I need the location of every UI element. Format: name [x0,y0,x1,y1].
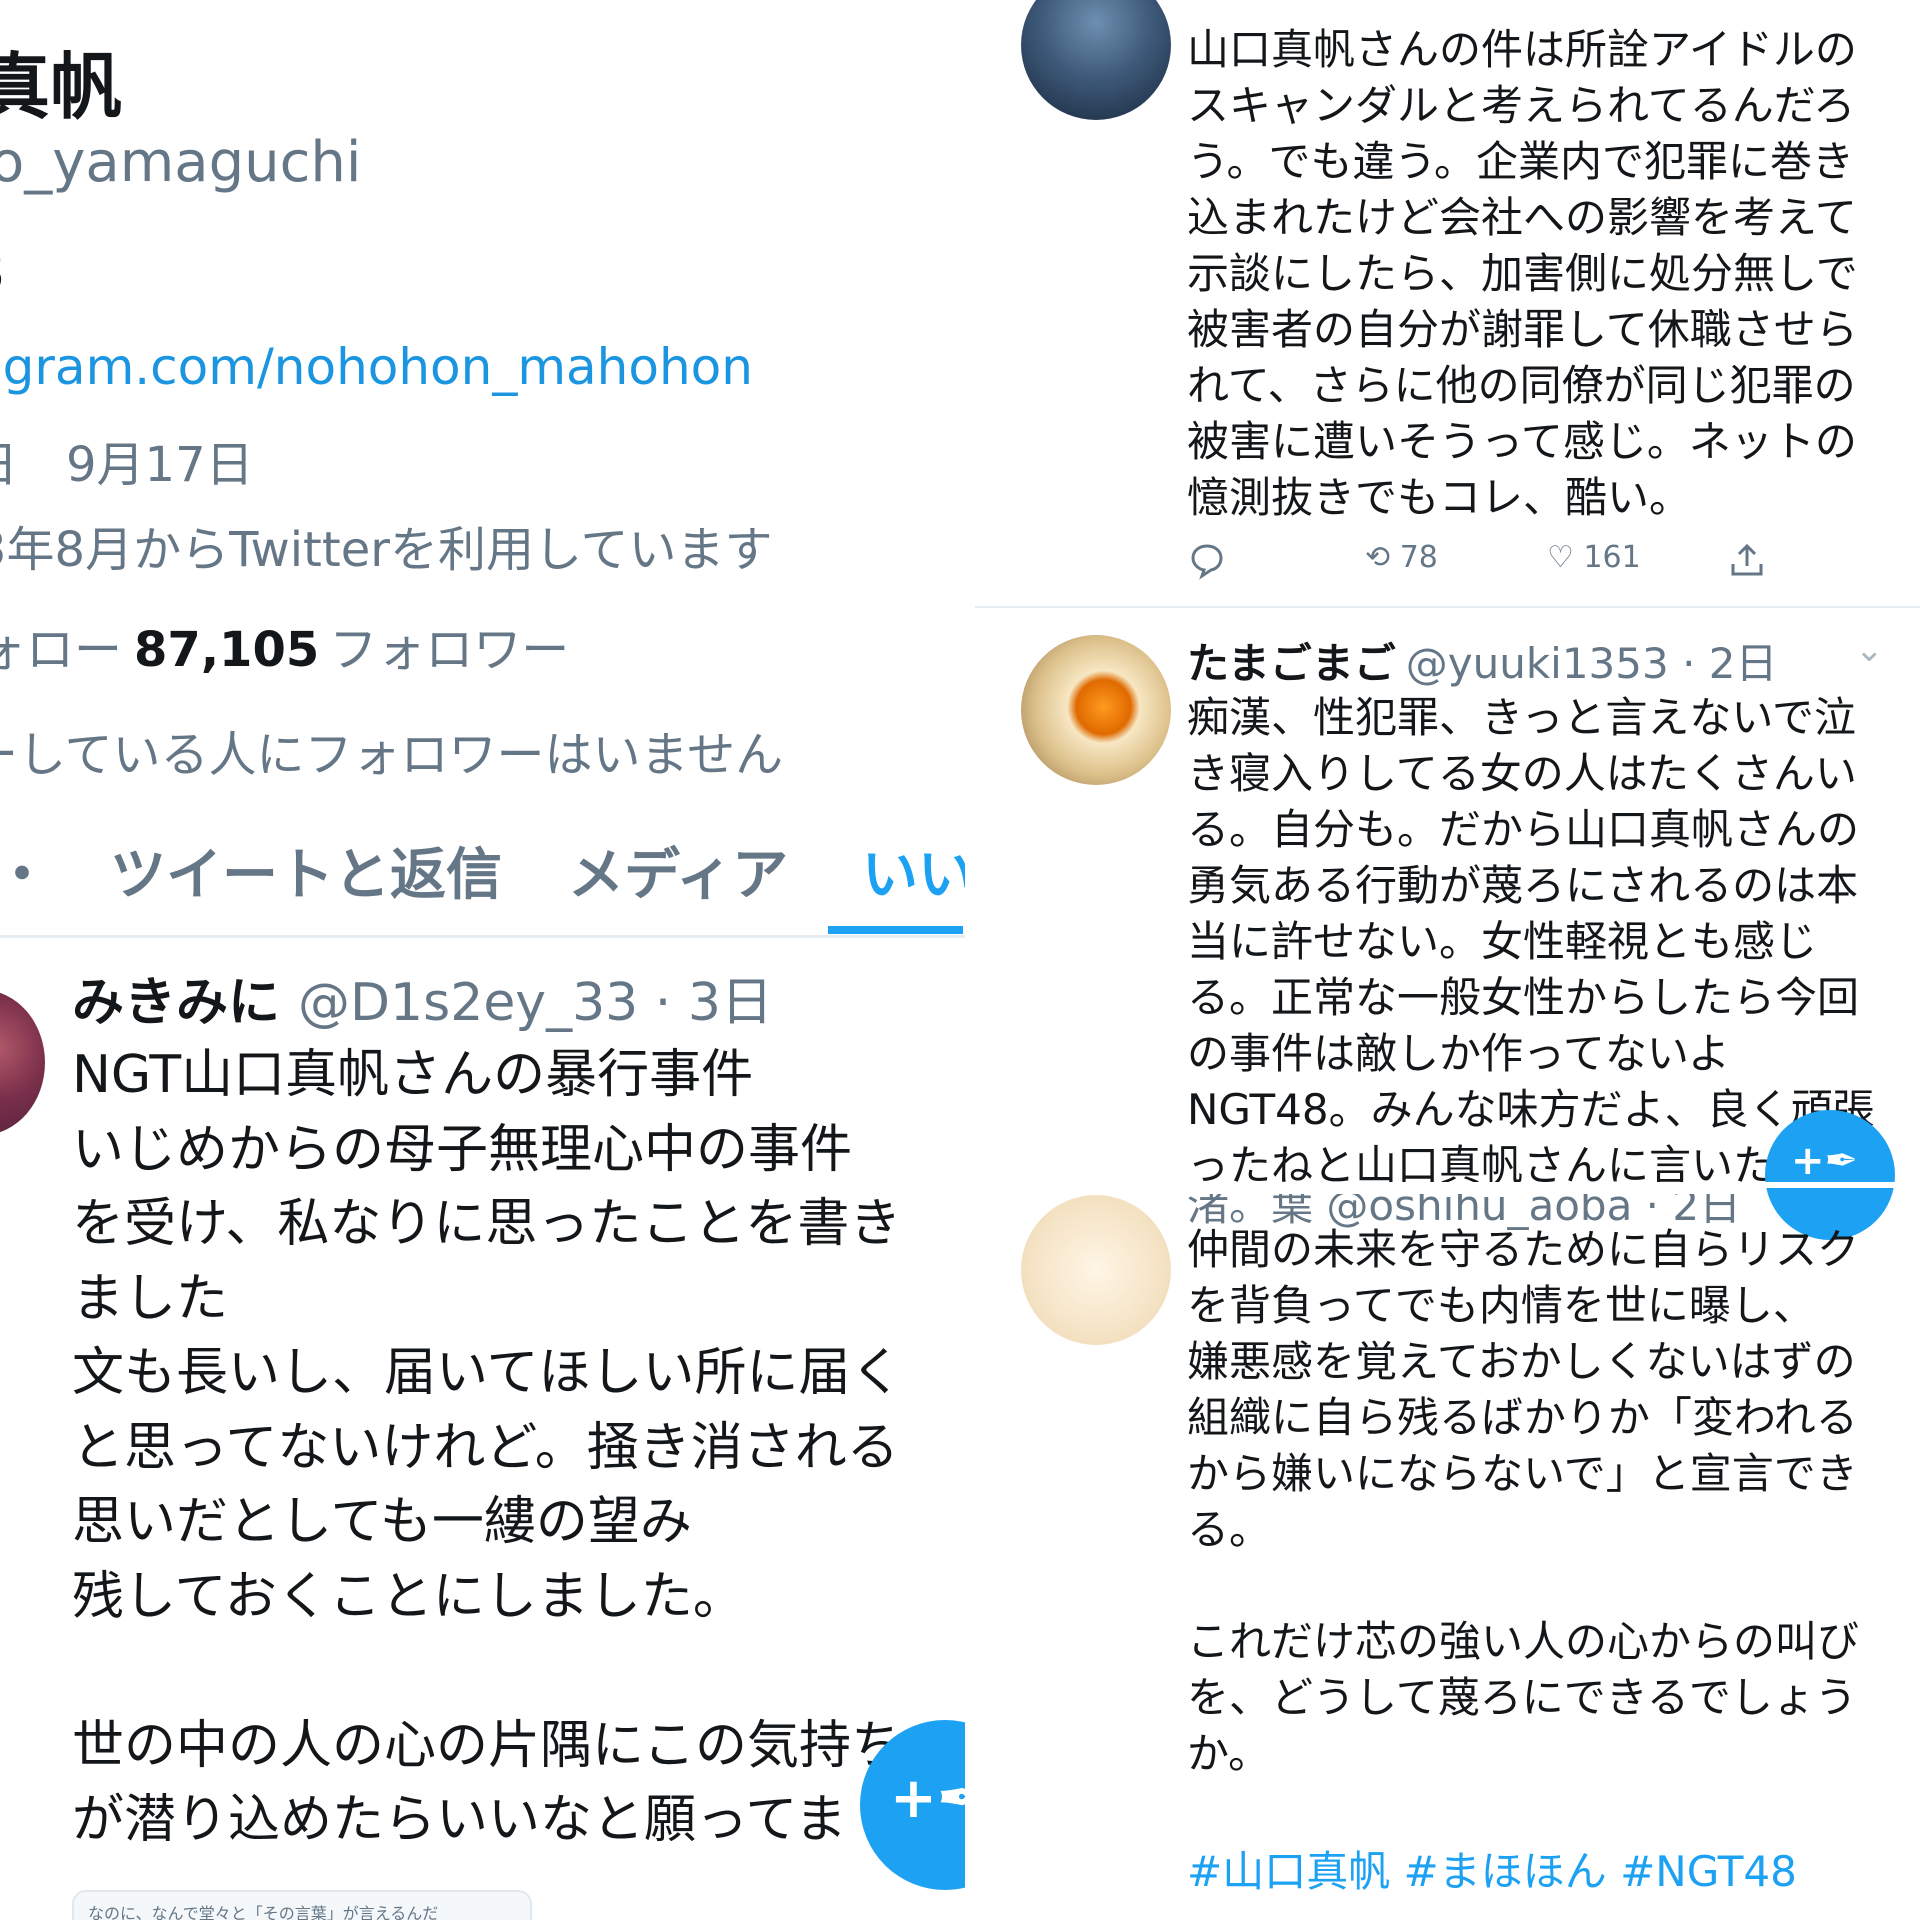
profile-website-link[interactable]: agram.com/nohohon_mahohon [0,338,753,396]
retweet-count: 78 [1399,540,1438,575]
profile-follow-stats[interactable]: ォロー 87,105 フォロワー [0,610,569,680]
tweet-text: 山口真帆さんの件は所詮アイドルの スキャンダルと考えられてるんだろ う。でも違う… [1187,25,1858,522]
profile-handle: o_yamaguchi [0,130,362,195]
like-count: 161 [1583,540,1641,575]
compose-icon: +✒ [890,1766,965,1831]
following-label: ォロー [0,622,123,678]
tab-media[interactable]: メディア [568,830,788,911]
tweet-text: 痴漢、性犯罪、きっと言えないで泣 き寝入りしてる女の人はたくさんい る。自分も。… [1187,693,1875,1190]
followers-count: 87,105 [134,622,320,678]
replies-screenshot-panel: 山口真帆さんの件は所詮アイドルの スキャンダルと考えられてるんだろ う。でも違う… [975,0,1920,1920]
avatar[interactable] [1021,0,1171,120]
screenshot-seam [975,1182,1920,1188]
profile-tabs: ・ ツイートと返信 メディア いい [0,800,965,938]
tweet-actions: ⟲ 78 ♡ 161 [1187,540,1787,590]
retweet-button[interactable]: ⟲ 78 [1365,540,1438,575]
retweet-icon: ⟲ [1365,540,1391,575]
tweet-header: たまごまご @yuuki1353 · 2日 [1187,630,1778,691]
like-button[interactable]: ♡ 161 [1547,540,1641,575]
profile-name: 真帆 [0,45,123,129]
tweet-author-handle: @yuuki1353 · 2日 [1405,639,1778,688]
reply-icon[interactable] [1187,540,1227,588]
share-icon[interactable] [1727,540,1767,588]
tweet-hashtags[interactable]: #山口真帆 #まほほん #NGT48 [1187,1838,1797,1899]
compose-icon: +✒ [1791,1138,1859,1184]
avatar[interactable] [1021,635,1171,785]
profile-joined-date: 3年8月からTwitterを利用しています [0,522,773,578]
tweet-divider [975,606,1920,608]
avatar[interactable] [0,990,45,1135]
tweet-media-card[interactable]: なのに、なんで堂々と「その言葉」が言えるんだ [72,1890,532,1920]
tweet-author-name[interactable]: みきみに [72,973,280,1033]
profile-screenshot-panel: 真帆 o_yamaguchi 3 agram.com/nohohon_mahoh… [0,0,965,1920]
active-tab-indicator [828,926,963,934]
known-followers-note: ーしている人にフォロワーはいません [0,727,784,783]
profile-bio: 3 [0,240,6,305]
tweet-header: みきみに @D1s2ey_33 · 3日 [72,960,773,1035]
panel-divider [965,0,975,1920]
tab-tweets[interactable]: ・ [0,830,50,911]
tweet-author-name[interactable]: たまごまご [1187,639,1396,688]
tweet-author-handle: @D1s2ey_33 · 3日 [298,973,773,1033]
avatar[interactable] [1021,1195,1171,1345]
followers-label: フォロワー [329,622,570,678]
tweet-text: NGT山口真帆さんの暴行事件 いじめからの母子無理心中の事件 を受け、私なりに思… [72,1045,903,1850]
compose-tweet-button[interactable]: +✒ [1765,1110,1895,1240]
tab-tweets-and-replies[interactable]: ツイートと返信 [110,830,502,911]
chevron-down-icon[interactable]: ⌄ [1855,630,1884,670]
profile-birthday: 日 9月17日 [0,437,254,493]
heart-icon: ♡ [1547,540,1574,575]
tweet-text: 仲間の未来を守るために自らリスク を背負ってでも内情を世に曝し、 嫌悪感を覚えて… [1187,1225,1860,1778]
tab-likes[interactable]: いい [862,830,965,911]
